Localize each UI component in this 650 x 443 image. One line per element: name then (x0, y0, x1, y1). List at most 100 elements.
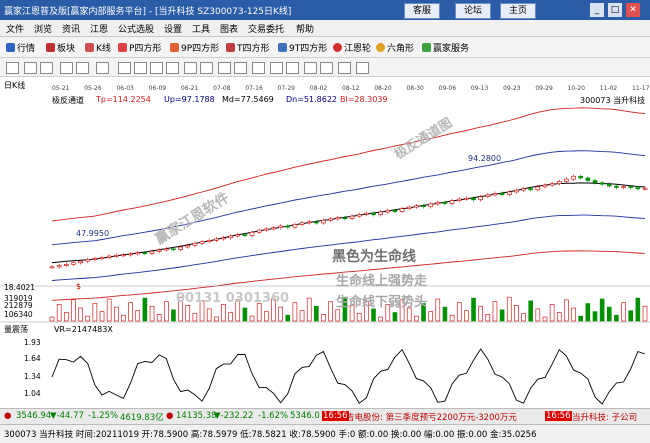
volume-bar (221, 304, 226, 322)
zoom-in-icon[interactable] (304, 62, 317, 74)
volume-bar (92, 303, 98, 322)
zoom-out-icon[interactable] (320, 62, 333, 74)
volume-bar (614, 314, 619, 322)
volume-bar (135, 310, 141, 322)
tool-sector[interactable]: 板块 (46, 41, 75, 54)
tool-winner-service[interactable]: 赢家服务 (422, 41, 469, 54)
close-icon[interactable]: ✕ (626, 3, 640, 17)
tool-t-square[interactable]: T四方形 (226, 41, 270, 54)
volume-bar (49, 316, 55, 322)
volume-axis-0: 18.4021 (4, 283, 35, 292)
volume-bar (485, 314, 491, 322)
menu-gann[interactable]: 江恩 (90, 22, 108, 35)
volume-bar (414, 315, 419, 322)
angle-tool-icon[interactable] (218, 62, 231, 74)
news-ticker-1[interactable]: 吉电股份: 第三季度预亏2200万元-3200万元 (346, 411, 517, 423)
volume-bar (314, 305, 319, 322)
tool-9p-square[interactable]: 9P四方形 (170, 41, 219, 54)
menu-info[interactable]: 资讯 (62, 22, 80, 35)
channel-tool-icon[interactable] (60, 62, 73, 74)
menu-formula[interactable]: 公式选股 (118, 22, 154, 35)
news-ticker-2[interactable]: 当升科技: 子公司 (572, 411, 637, 423)
volume-bar (99, 311, 105, 322)
date-tick: 09-13 (471, 85, 489, 92)
sz-index: 14135.38 (176, 411, 217, 421)
ray-tool-icon[interactable] (40, 62, 53, 74)
osc-axis-3: 1.04 (24, 389, 41, 398)
low-price-label: 47.9950 (76, 229, 109, 238)
tool-kline[interactable]: K线 (85, 41, 111, 54)
delete-tool-icon[interactable] (286, 62, 299, 74)
service-button[interactable]: 客服 (404, 3, 440, 19)
candle-body (49, 266, 55, 269)
candle-body (542, 184, 548, 188)
tool-9t-square[interactable]: 9T四方形 (278, 41, 327, 54)
menu-help[interactable]: 帮助 (296, 22, 314, 35)
volume-axis-3: 106340 (4, 310, 33, 319)
candle-body (442, 202, 448, 204)
menu-tools[interactable]: 工具 (192, 22, 210, 35)
lock-icon[interactable] (338, 62, 351, 74)
menu-settings[interactable]: 设置 (164, 22, 182, 35)
volume-bar (328, 301, 333, 322)
volume-bar (635, 297, 641, 322)
gann-wheel-icon (333, 43, 342, 52)
upper-band-line (51, 107, 646, 222)
candle-body (128, 253, 133, 256)
gann-grid-icon[interactable] (134, 62, 147, 74)
watermark-lifeline: 黑色为生命线 (332, 249, 416, 265)
volume-bar (606, 306, 612, 322)
cursor-icon[interactable] (6, 62, 19, 74)
volume-bar (335, 309, 341, 322)
candle-body (156, 249, 162, 252)
circle-tool-icon[interactable] (166, 62, 179, 74)
menu-browse[interactable]: 浏览 (34, 22, 52, 35)
candle-body (149, 251, 155, 254)
fib-tool-icon[interactable] (76, 62, 89, 74)
candle-body (199, 241, 205, 244)
menu-trade[interactable]: 交易委托 (248, 22, 284, 35)
arc-tool-icon[interactable] (184, 62, 197, 74)
color-icon[interactable] (356, 62, 369, 74)
9p-square-icon (170, 43, 179, 52)
kline-icon (85, 43, 94, 52)
gann-box-icon[interactable] (150, 62, 163, 74)
mark-tool-icon[interactable] (270, 62, 283, 74)
candle-body (63, 264, 69, 266)
candle-body (399, 208, 405, 212)
line-tool-icon[interactable] (24, 62, 37, 74)
p-square-icon (118, 43, 127, 52)
tool-gann-wheel[interactable]: 江恩轮 (333, 41, 371, 54)
menu-charts[interactable]: 图表 (220, 22, 238, 35)
gann-fan-icon[interactable] (118, 62, 131, 74)
text-tool-icon[interactable] (96, 62, 109, 74)
volume-bar (278, 306, 283, 322)
status-line: 300073 当升科技 时间:20211019 开:78.5900 高:78.5… (0, 424, 650, 443)
maximize-icon[interactable]: □ (608, 3, 622, 17)
date-tick: 09-29 (535, 85, 553, 92)
home-button[interactable]: 主页 (500, 3, 536, 19)
volume-bar (114, 306, 119, 322)
candle-body (92, 258, 98, 260)
tool-hexagon[interactable]: 六角形 (376, 41, 414, 54)
minimize-icon[interactable]: _ (590, 3, 604, 17)
volume-bar (471, 297, 476, 322)
arrow-tool-icon[interactable] (252, 62, 265, 74)
candle-body (142, 252, 148, 255)
tool-p-square[interactable]: P四方形 (118, 41, 161, 54)
t-square-icon (226, 43, 235, 52)
candle-body (221, 237, 226, 240)
menu-file[interactable]: 文件 (6, 22, 24, 35)
kline-chart[interactable]: 05-21 05-26 06-03 06-09 06-21 07-08 07-16 07-29… (0, 78, 650, 408)
square-tool-icon[interactable] (200, 62, 213, 74)
candle-body (585, 177, 591, 181)
tool-quote[interactable]: 行情 (6, 41, 35, 54)
cycle-tool-icon[interactable] (234, 62, 247, 74)
drawing-toolbar (0, 58, 650, 77)
date-tick: 09-23 (503, 85, 521, 92)
forum-button[interactable]: 论坛 (455, 3, 491, 19)
candle-body (371, 212, 376, 216)
date-tick: 08-20 (374, 85, 392, 92)
volume-bar (642, 305, 648, 322)
candle-body (185, 245, 191, 248)
